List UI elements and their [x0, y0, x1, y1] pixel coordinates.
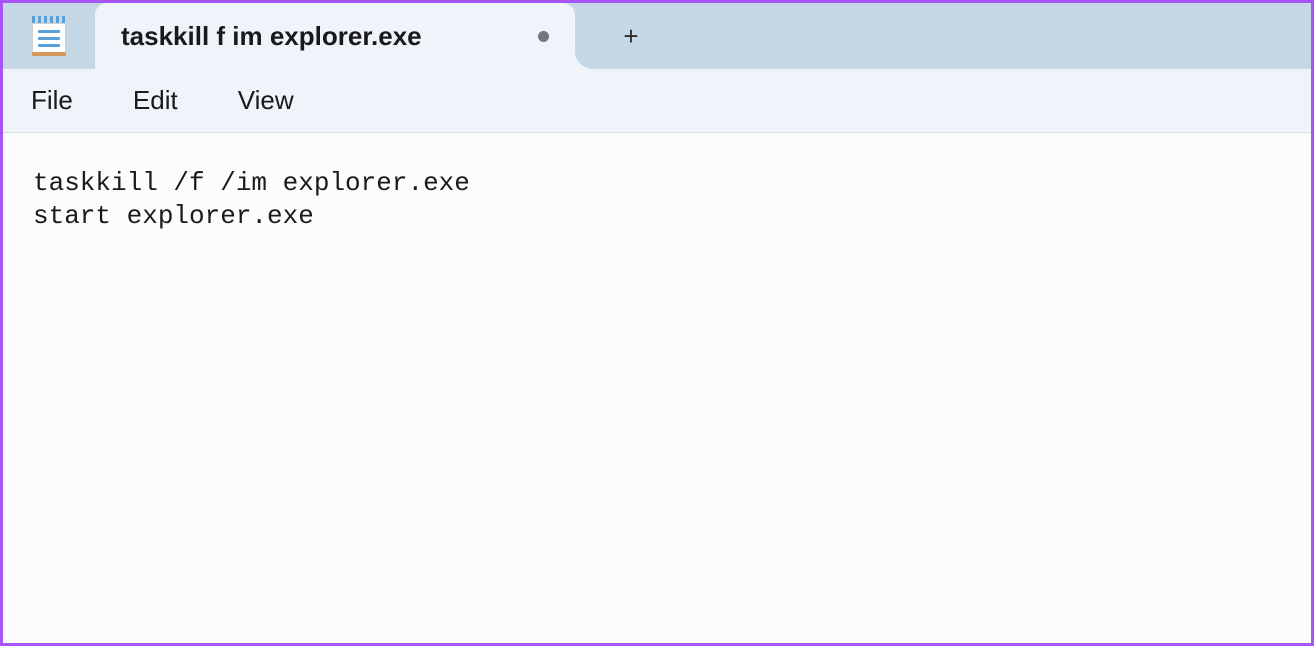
- menu-edit[interactable]: Edit: [121, 79, 190, 122]
- tab-title: taskkill f im explorer.exe: [121, 21, 498, 52]
- plus-icon: +: [623, 23, 638, 49]
- menu-file[interactable]: File: [19, 79, 85, 122]
- editor-area[interactable]: taskkill /f /im explorer.exe start explo…: [3, 133, 1311, 643]
- editor-content[interactable]: taskkill /f /im explorer.exe start explo…: [33, 167, 1281, 609]
- document-tab[interactable]: taskkill f im explorer.exe: [95, 3, 575, 69]
- unsaved-indicator-icon[interactable]: [538, 31, 549, 42]
- notepad-icon: [32, 16, 66, 56]
- menu-bar: File Edit View: [3, 69, 1311, 133]
- new-tab-button[interactable]: +: [601, 3, 661, 69]
- title-bar: taskkill f im explorer.exe +: [3, 3, 1311, 69]
- menu-view[interactable]: View: [226, 79, 306, 122]
- app-icon-container: [3, 3, 95, 69]
